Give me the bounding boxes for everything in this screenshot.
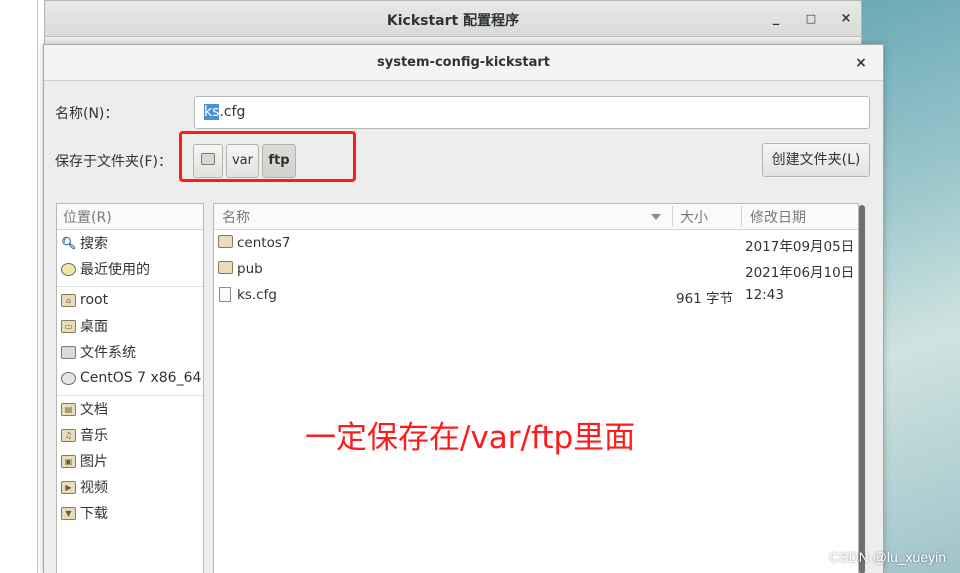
sidebar-item-label: root xyxy=(80,292,109,308)
path-highlight-box xyxy=(179,131,356,182)
sidebar-item-recent[interactable]: 最近使用的 xyxy=(57,256,203,282)
videos-folder-icon: ▶ xyxy=(61,480,76,494)
background-window-edge xyxy=(0,0,38,573)
sidebar-item-music[interactable]: ♫ 音乐 xyxy=(57,422,203,448)
places-header: 位置(R) xyxy=(57,204,203,230)
sidebar-item-downloads[interactable]: ▼ 下载 xyxy=(57,500,203,526)
column-header-size[interactable]: 大小 xyxy=(680,207,708,227)
places-sidebar: 位置(R) 🔍︎ 搜索 最近使用的 ⌂ root ▭ 桌面 文件系统 CentO… xyxy=(56,203,204,573)
save-file-dialog: system-config-kickstart × 名称(N)： ks.cfg … xyxy=(43,44,884,573)
documents-folder-icon: ▤ xyxy=(61,402,76,416)
parent-close-button[interactable]: × xyxy=(836,9,856,29)
desktop-folder-icon: ▭ xyxy=(61,319,76,333)
annotation-text: 一定保存在/var/ftp里面 xyxy=(305,420,636,456)
file-size: 961 字节 xyxy=(676,291,734,307)
sidebar-item-label: 最近使用的 xyxy=(80,262,150,278)
sidebar-item-label: CentOS 7 x86_64 xyxy=(80,370,202,386)
home-folder-icon: ⌂ xyxy=(61,293,76,307)
create-folder-button[interactable]: 创建文件夹(L) xyxy=(762,143,870,177)
column-header-name[interactable]: 名称 xyxy=(222,207,250,227)
file-list: 名称 大小 修改日期 centos7 2017年09月05日 pub 2021年… xyxy=(213,203,859,573)
sort-descending-icon xyxy=(651,214,661,220)
file-list-scrollbar[interactable] xyxy=(858,205,866,573)
sidebar-item-centos-disc[interactable]: CentOS 7 x86_64 xyxy=(57,365,203,391)
file-modified: 2017年09月05日 xyxy=(745,239,855,255)
dialog-titlebar: system-config-kickstart × xyxy=(44,45,883,81)
sidebar-item-desktop[interactable]: ▭ 桌面 xyxy=(57,313,203,339)
file-row[interactable]: ks.cfg 961 字节 12:43 xyxy=(214,282,858,308)
sidebar-item-label: 文件系统 xyxy=(80,345,136,361)
music-folder-icon: ♫ xyxy=(61,428,76,442)
maximize-button[interactable]: □ xyxy=(801,9,821,29)
sidebar-item-label: 桌面 xyxy=(80,319,108,335)
minimize-button[interactable]: _ xyxy=(766,9,786,29)
recent-icon xyxy=(61,262,76,276)
folder-icon xyxy=(218,261,233,274)
sidebar-item-filesystem[interactable]: 文件系统 xyxy=(57,339,203,365)
filesystem-icon xyxy=(61,345,76,359)
parent-window-title: Kickstart 配置程序 xyxy=(386,13,520,29)
sidebar-item-videos[interactable]: ▶ 视频 xyxy=(57,474,203,500)
file-list-header: 名称 大小 修改日期 xyxy=(214,204,858,230)
sidebar-item-pictures[interactable]: ▣ 图片 xyxy=(57,448,203,474)
sidebar-item-label: 文档 xyxy=(80,402,108,418)
column-separator xyxy=(672,206,673,227)
filename-selected-text: ks xyxy=(204,104,220,120)
filename-input[interactable]: ks.cfg xyxy=(194,96,870,129)
file-row[interactable]: centos7 2017年09月05日 xyxy=(214,230,858,256)
name-label: 名称(N)： xyxy=(55,106,119,122)
downloads-folder-icon: ▼ xyxy=(61,506,76,520)
file-row[interactable]: pub 2021年06月10日 xyxy=(214,256,858,282)
watermark: CSDN @lu_xueyin xyxy=(829,549,946,565)
sidebar-item-label: 图片 xyxy=(80,454,108,470)
dialog-title: system-config-kickstart xyxy=(377,55,550,70)
save-folder-label: 保存于文件夹(F)： xyxy=(55,154,172,170)
sidebar-item-label: 音乐 xyxy=(80,428,108,444)
file-name: centos7 xyxy=(237,235,291,251)
file-icon xyxy=(219,287,231,302)
sidebar-item-label: 下载 xyxy=(80,506,108,522)
file-modified: 12:43 xyxy=(745,287,784,303)
sidebar-item-label: 视频 xyxy=(80,480,108,496)
file-name: ks.cfg xyxy=(237,287,277,303)
scrollbar-thumb[interactable] xyxy=(859,205,865,573)
sidebar-item-root[interactable]: ⌂ root xyxy=(57,287,203,313)
disc-icon xyxy=(61,371,76,385)
column-header-modified[interactable]: 修改日期 xyxy=(750,207,806,227)
pictures-folder-icon: ▣ xyxy=(61,454,76,468)
file-modified: 2021年06月10日 xyxy=(745,265,855,281)
search-icon: 🔍︎ xyxy=(61,235,77,250)
filename-rest-text: .cfg xyxy=(219,104,246,120)
folder-icon xyxy=(218,235,233,248)
file-name: pub xyxy=(237,261,263,277)
sidebar-item-search[interactable]: 🔍︎ 搜索 xyxy=(57,230,203,256)
parent-titlebar: Kickstart 配置程序 _ □ × xyxy=(45,1,861,37)
sidebar-item-label: 搜索 xyxy=(80,236,108,252)
column-separator xyxy=(741,206,742,227)
dialog-close-button[interactable]: × xyxy=(851,53,871,73)
sidebar-item-documents[interactable]: ▤ 文档 xyxy=(57,396,203,422)
